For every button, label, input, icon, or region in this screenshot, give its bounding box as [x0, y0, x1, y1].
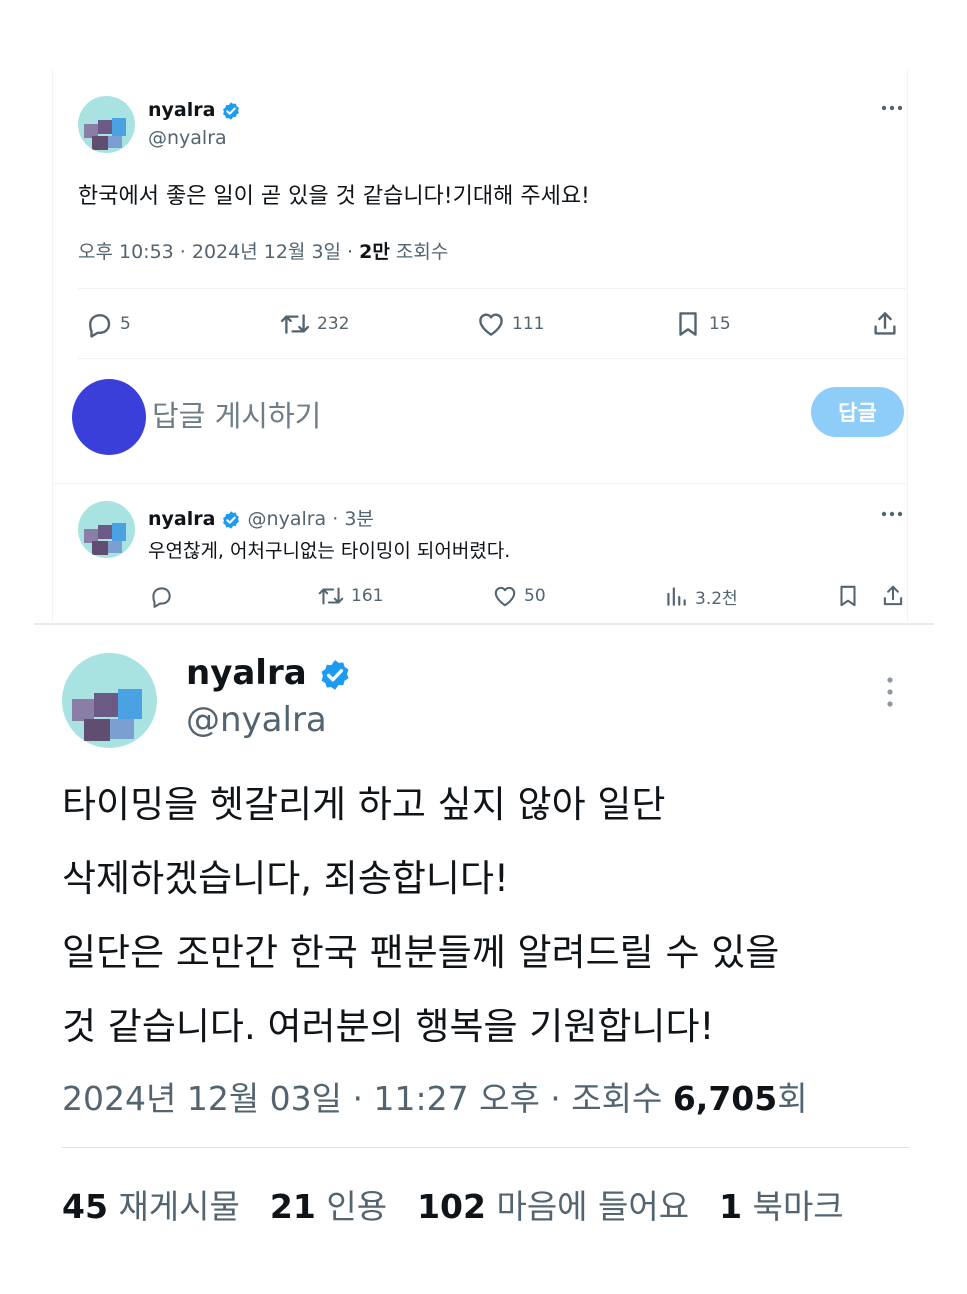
share-button[interactable]	[870, 309, 900, 339]
divider	[78, 358, 906, 359]
bookmark-action[interactable]: 15	[673, 309, 731, 339]
reply-icon	[152, 587, 171, 608]
retweet-action[interactable]: 161	[317, 583, 383, 609]
retweet-action[interactable]: 232	[279, 309, 349, 339]
verified-badge-icon	[221, 510, 241, 530]
engagement-stats: 45 재게시물 21 인용 102 마음에 들어요 1 북마크	[62, 1180, 844, 1228]
bookmark-action[interactable]	[835, 583, 861, 609]
tweet-text-line: 일단은 조만간 한국 팬분들께 알려드릴 수 있을	[62, 931, 780, 974]
reply-icon	[89, 314, 111, 338]
like-count: 111	[512, 314, 545, 334]
reply-count: 5	[120, 314, 131, 334]
analytics-icon	[667, 587, 686, 606]
divider	[62, 1147, 909, 1148]
view-count: 2만	[359, 241, 390, 263]
reply-submit-button[interactable]: 답글	[811, 387, 904, 437]
composer-avatar[interactable]	[72, 379, 146, 455]
verified-badge-icon	[318, 658, 352, 692]
view-suffix: 회	[777, 1079, 808, 1118]
avatar[interactable]	[78, 96, 135, 153]
handle[interactable]: @nyalra	[186, 700, 327, 740]
tweet-meta: 2024년 12월 03일 · 11:27 오후 · 조회수 6,705회	[62, 1072, 808, 1120]
like-action[interactable]: 111	[476, 309, 544, 339]
divider	[52, 483, 906, 484]
reply-text: 우연찮게, 어처구니없는 타이밍이 되어버렸다.	[148, 540, 511, 562]
repost-stat[interactable]: 45 재게시물	[62, 1180, 240, 1228]
more-horizontal-icon[interactable]	[878, 504, 906, 524]
avatar[interactable]	[62, 653, 157, 748]
retweet-count: 232	[317, 314, 350, 334]
quote-stat[interactable]: 21 인용	[270, 1180, 387, 1228]
display-name[interactable]: nyalra	[186, 653, 307, 693]
heart-icon	[494, 586, 516, 607]
retweet-icon	[280, 314, 310, 334]
divider	[78, 288, 906, 289]
more-horizontal-icon[interactable]	[878, 98, 906, 118]
display-name[interactable]: nyalra	[148, 508, 215, 530]
like-action[interactable]: 50	[492, 583, 546, 609]
stat-count: 45	[62, 1187, 108, 1226]
share-button[interactable]	[880, 583, 906, 609]
reply-header: nyalra @nyalra · 3분	[148, 504, 374, 531]
tweet-author-name-row[interactable]: nyalra	[148, 99, 241, 121]
avatar[interactable]	[78, 501, 135, 558]
bookmark-icon	[840, 585, 856, 607]
stat-label: 재게시물	[118, 1187, 240, 1226]
heart-icon	[479, 313, 503, 336]
verified-badge-icon	[221, 101, 241, 121]
view-count: 6,705	[672, 1079, 778, 1118]
bookmark-count: 15	[709, 314, 731, 334]
reply-action[interactable]: 5	[84, 309, 131, 339]
bookmark-icon	[679, 312, 697, 336]
reply-handle-time[interactable]: @nyalra · 3분	[248, 508, 374, 530]
stat-label: 북마크	[752, 1187, 844, 1226]
tweet-text: 한국에서 좋은 일이 곧 있을 것 같습니다!기대해 주세요!	[78, 184, 590, 209]
views-action[interactable]: 3.2천	[663, 583, 738, 609]
display-name[interactable]: nyalra	[148, 99, 215, 121]
handle[interactable]: @nyalra	[148, 127, 227, 149]
author-name-row[interactable]: nyalra	[186, 653, 352, 693]
share-icon	[874, 312, 896, 335]
view-count: 3.2천	[695, 588, 738, 609]
bookmark-stat[interactable]: 1 북마크	[719, 1180, 844, 1228]
stat-label: 마음에 들어요	[496, 1187, 690, 1226]
reply-action[interactable]	[148, 583, 174, 609]
stat-count: 1	[719, 1187, 743, 1226]
more-vertical-icon[interactable]	[880, 674, 900, 710]
reply-input[interactable]: 답글 게시하기	[152, 393, 321, 435]
like-count: 50	[524, 586, 546, 606]
tweet-timestamp[interactable]: 오후 10:53 · 2024년 12월 3일 ·	[78, 241, 359, 263]
retweet-icon	[318, 587, 344, 605]
stat-count: 102	[417, 1187, 486, 1226]
stat-count: 21	[269, 1187, 316, 1226]
retweet-count: 161	[351, 586, 384, 606]
like-stat[interactable]: 102 마음에 들어요	[417, 1180, 689, 1228]
section-separator	[34, 623, 934, 625]
tweet-text-line: 삭제하겠습니다, 죄송합니다!	[62, 857, 509, 900]
tweet-timestamp[interactable]: 2024년 12월 03일 · 11:27 오후 · 조회수	[62, 1079, 673, 1118]
stat-label: 인용	[326, 1187, 388, 1226]
view-label: 조회수	[389, 241, 449, 263]
tweet-text-line: 타이밍을 헷갈리게 하고 싶지 않아 일단	[62, 783, 666, 826]
tweet-meta: 오후 10:53 · 2024년 12월 3일 · 2만 조회수	[78, 237, 448, 264]
share-icon	[883, 585, 903, 606]
tweet-text-line: 것 같습니다. 여러분의 행복을 기원합니다!	[62, 1005, 715, 1048]
